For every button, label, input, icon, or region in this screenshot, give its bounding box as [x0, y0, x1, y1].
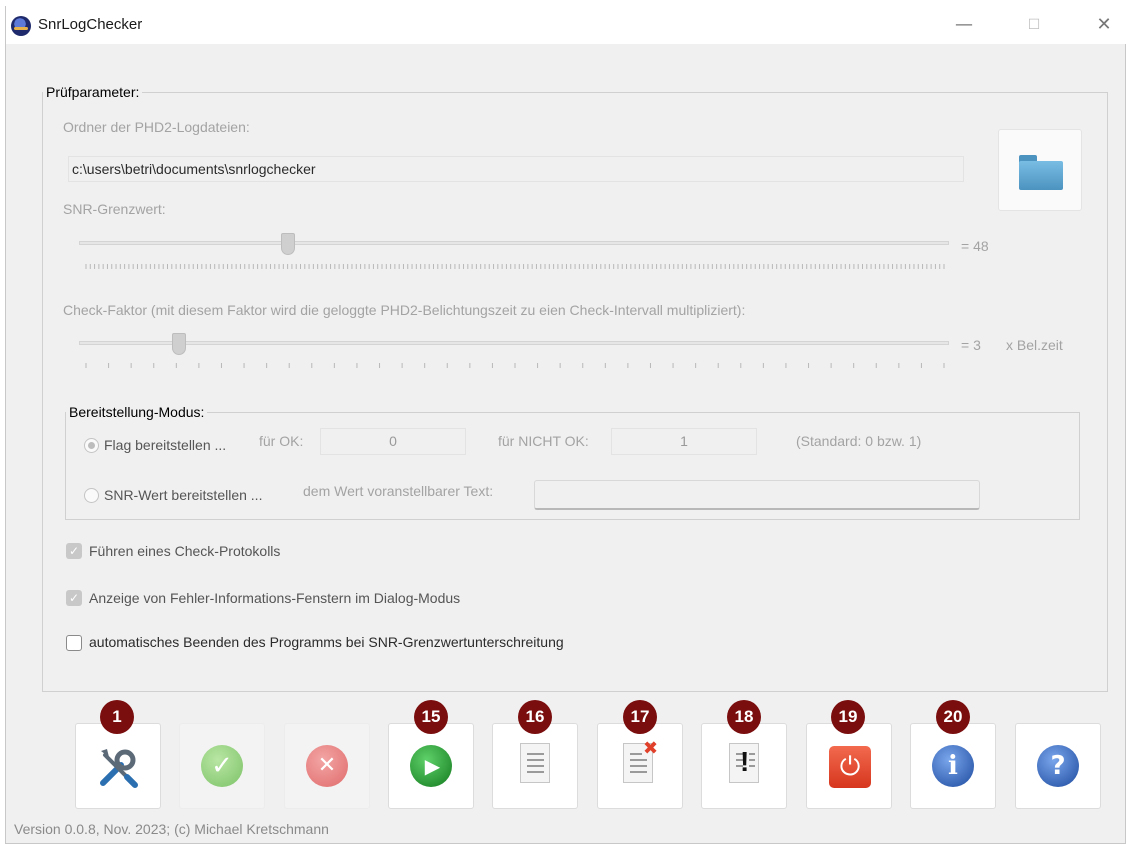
snr-mode-radio[interactable] [84, 488, 99, 503]
snr-label: SNR-Grenzwert: [63, 201, 166, 217]
app-window: SnrLogChecker — ☐ ✕ Prüfparameter: Ordne… [5, 6, 1127, 844]
checkbox-auto-exit-label[interactable]: automatisches Beenden des Programms bei … [89, 634, 564, 650]
version-footer: Version 0.0.8, Nov. 2023; (c) Michael Kr… [14, 821, 329, 837]
browse-folder-button[interactable] [998, 129, 1082, 211]
snr-value: = 48 [961, 238, 989, 254]
exit-button[interactable]: ⏻ [806, 723, 892, 809]
folder-path-field[interactable]: c:\users\betri\documents\snrlogchecker [68, 156, 964, 182]
notok-label: für NICHT OK: [498, 433, 589, 449]
ok-value-field[interactable]: 0 [320, 428, 466, 455]
check-slider-track[interactable] [79, 341, 949, 345]
help-icon: ? [1037, 745, 1079, 787]
check-value: = 3 [961, 337, 981, 353]
confirm-button[interactable]: ✓ [179, 723, 265, 809]
flag-mode-radio[interactable] [84, 438, 99, 453]
badge-1: 1 [100, 700, 134, 734]
snr-slider-thumb[interactable] [280, 233, 295, 255]
snr-slider-ticks [85, 264, 945, 269]
cancel-button[interactable]: ✕ [284, 723, 370, 809]
notok-value-field[interactable]: 1 [611, 428, 757, 455]
error-log-button[interactable]: ! [701, 723, 787, 809]
check-slider-thumb[interactable] [171, 333, 186, 355]
checkbox-error-windows[interactable]: ✓ [66, 590, 82, 606]
check-factor-label: Check-Faktor (mit diesem Faktor wird die… [63, 302, 746, 318]
show-log-button[interactable] [492, 723, 578, 809]
play-icon: ▶ [410, 745, 452, 787]
badge-16: 16 [518, 700, 552, 734]
snr-slider-track[interactable] [79, 241, 949, 245]
mode-legend: Bereitstellung-Modus: [69, 404, 205, 420]
alert-log-icon: ! [729, 743, 759, 783]
check-unit: x Bel.zeit [1006, 337, 1063, 353]
info-button[interactable]: i [910, 723, 996, 809]
app-logo-icon [11, 16, 31, 36]
standard-note: (Standard: 0 bzw. 1) [796, 433, 922, 449]
badge-17: 17 [623, 700, 657, 734]
delete-mark-icon: ✖ [643, 738, 659, 759]
ok-label: für OK: [259, 433, 304, 449]
power-icon: ⏻ [829, 746, 871, 788]
params-legend: Prüfparameter: [46, 84, 140, 100]
prefix-label: dem Wert voranstellbarer Text: [303, 483, 494, 499]
info-icon: i [932, 745, 974, 787]
settings-icon [100, 749, 138, 788]
maximize-button[interactable]: ☐ [1014, 12, 1054, 38]
checkbox-check-protocol[interactable]: ✓ [66, 543, 82, 559]
start-button[interactable]: ▶ [388, 723, 474, 809]
badge-18: 18 [727, 700, 761, 734]
folder-label: Ordner der PHD2-Logdateien: [63, 119, 250, 135]
checkbox-error-windows-label[interactable]: Anzeige von Fehler-Informations-Fenstern… [89, 590, 460, 606]
minimize-button[interactable]: — [944, 12, 984, 38]
snr-mode-label[interactable]: SNR-Wert bereitstellen ... [104, 487, 262, 503]
badge-15: 15 [414, 700, 448, 734]
prefix-text-field[interactable] [534, 480, 980, 510]
confirm-icon: ✓ [201, 745, 243, 787]
log-icon [520, 743, 550, 783]
checkbox-check-protocol-label[interactable]: Führen eines Check-Protokolls [89, 543, 280, 559]
badge-20: 20 [936, 700, 970, 734]
close-button[interactable]: ✕ [1084, 12, 1124, 38]
cancel-icon: ✕ [306, 745, 348, 787]
badge-19: 19 [831, 700, 865, 734]
flag-mode-label[interactable]: Flag bereitstellen ... [104, 437, 226, 453]
settings-button[interactable] [75, 723, 161, 809]
checkbox-auto-exit[interactable] [66, 635, 82, 651]
delete-log-button[interactable]: ✖ [597, 723, 683, 809]
check-slider-ticks [85, 363, 945, 368]
help-button[interactable]: ? [1015, 723, 1101, 809]
title-bar: SnrLogChecker — ☐ ✕ [6, 6, 1127, 44]
window-title: SnrLogChecker [38, 16, 143, 33]
